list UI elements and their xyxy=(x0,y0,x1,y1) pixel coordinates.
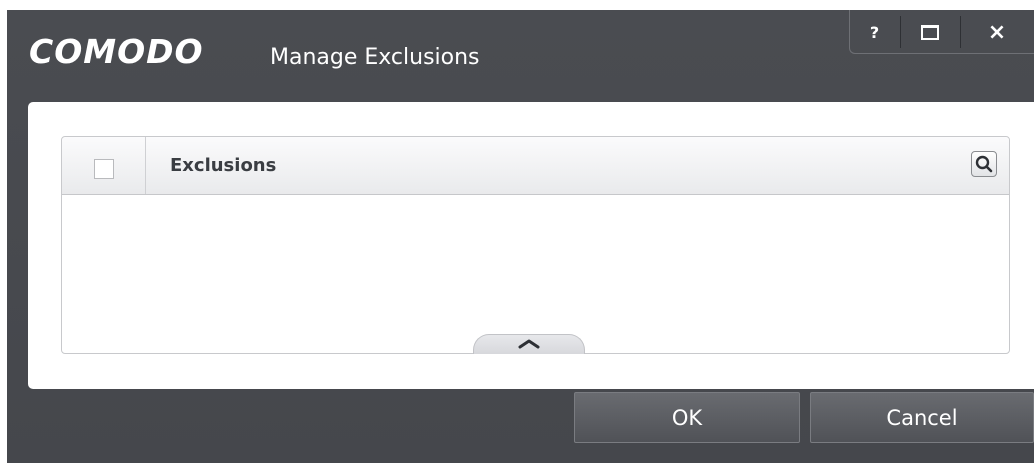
ok-button[interactable]: OK xyxy=(574,392,800,443)
maximize-button[interactable] xyxy=(900,10,960,54)
exclusions-table: Exclusions xyxy=(61,136,1010,354)
select-all-cell xyxy=(62,137,146,194)
collapse-toggle[interactable] xyxy=(473,334,585,354)
content-panel: Exclusions xyxy=(28,102,1034,389)
search-button[interactable] xyxy=(971,151,997,177)
comodo-logo: COMODO xyxy=(29,32,204,71)
cancel-button[interactable]: Cancel xyxy=(810,392,1034,443)
close-button[interactable]: × xyxy=(960,10,1034,54)
maximize-icon xyxy=(921,24,939,40)
help-icon: ? xyxy=(869,22,880,42)
select-all-checkbox[interactable] xyxy=(94,159,114,179)
help-button[interactable]: ? xyxy=(849,10,900,54)
dialog-title: Manage Exclusions xyxy=(270,45,480,70)
search-icon xyxy=(975,155,993,173)
exclusions-column-header[interactable]: Exclusions xyxy=(170,155,276,176)
close-icon: × xyxy=(987,19,1007,45)
table-header: Exclusions xyxy=(62,137,1009,195)
table-body xyxy=(62,195,1009,353)
chevron-up-icon xyxy=(518,339,540,349)
